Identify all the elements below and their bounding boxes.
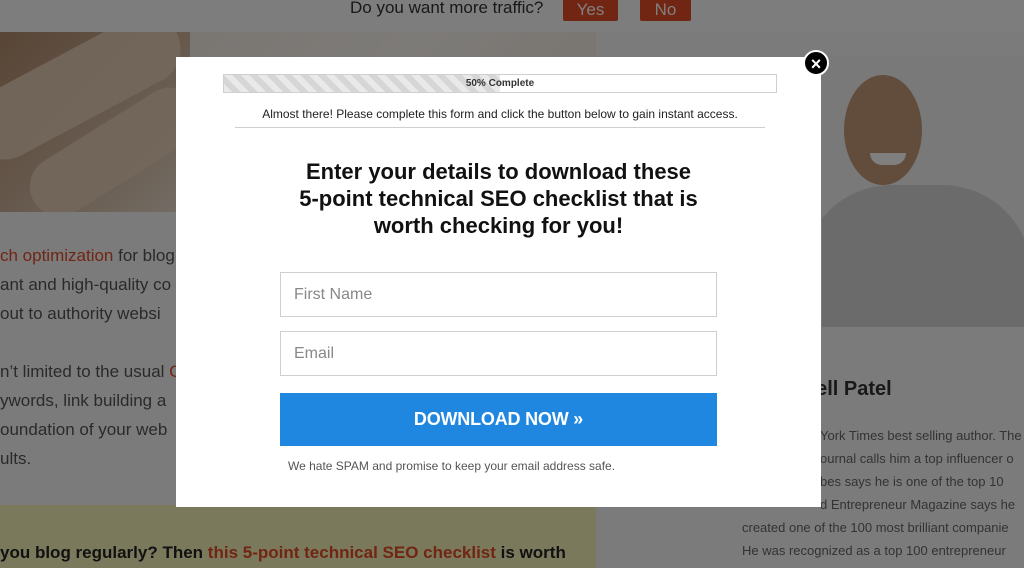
modal-title: Enter your details to download these 5-p… xyxy=(299,159,698,238)
close-icon[interactable]: × xyxy=(803,50,829,76)
first-name-field[interactable] xyxy=(280,272,717,317)
download-now-button[interactable]: DOWNLOAD NOW » xyxy=(280,393,717,446)
optin-modal: 50% Complete Almost there! Please comple… xyxy=(176,57,821,507)
progress-label: 50% Complete xyxy=(465,78,535,89)
email-field[interactable] xyxy=(280,331,717,376)
spam-note: We hate SPAM and promise to keep your em… xyxy=(288,459,616,473)
divider xyxy=(235,127,765,128)
form-notice: Almost there! Please complete this form … xyxy=(262,107,738,121)
progress-bar: 50% Complete xyxy=(223,74,777,93)
